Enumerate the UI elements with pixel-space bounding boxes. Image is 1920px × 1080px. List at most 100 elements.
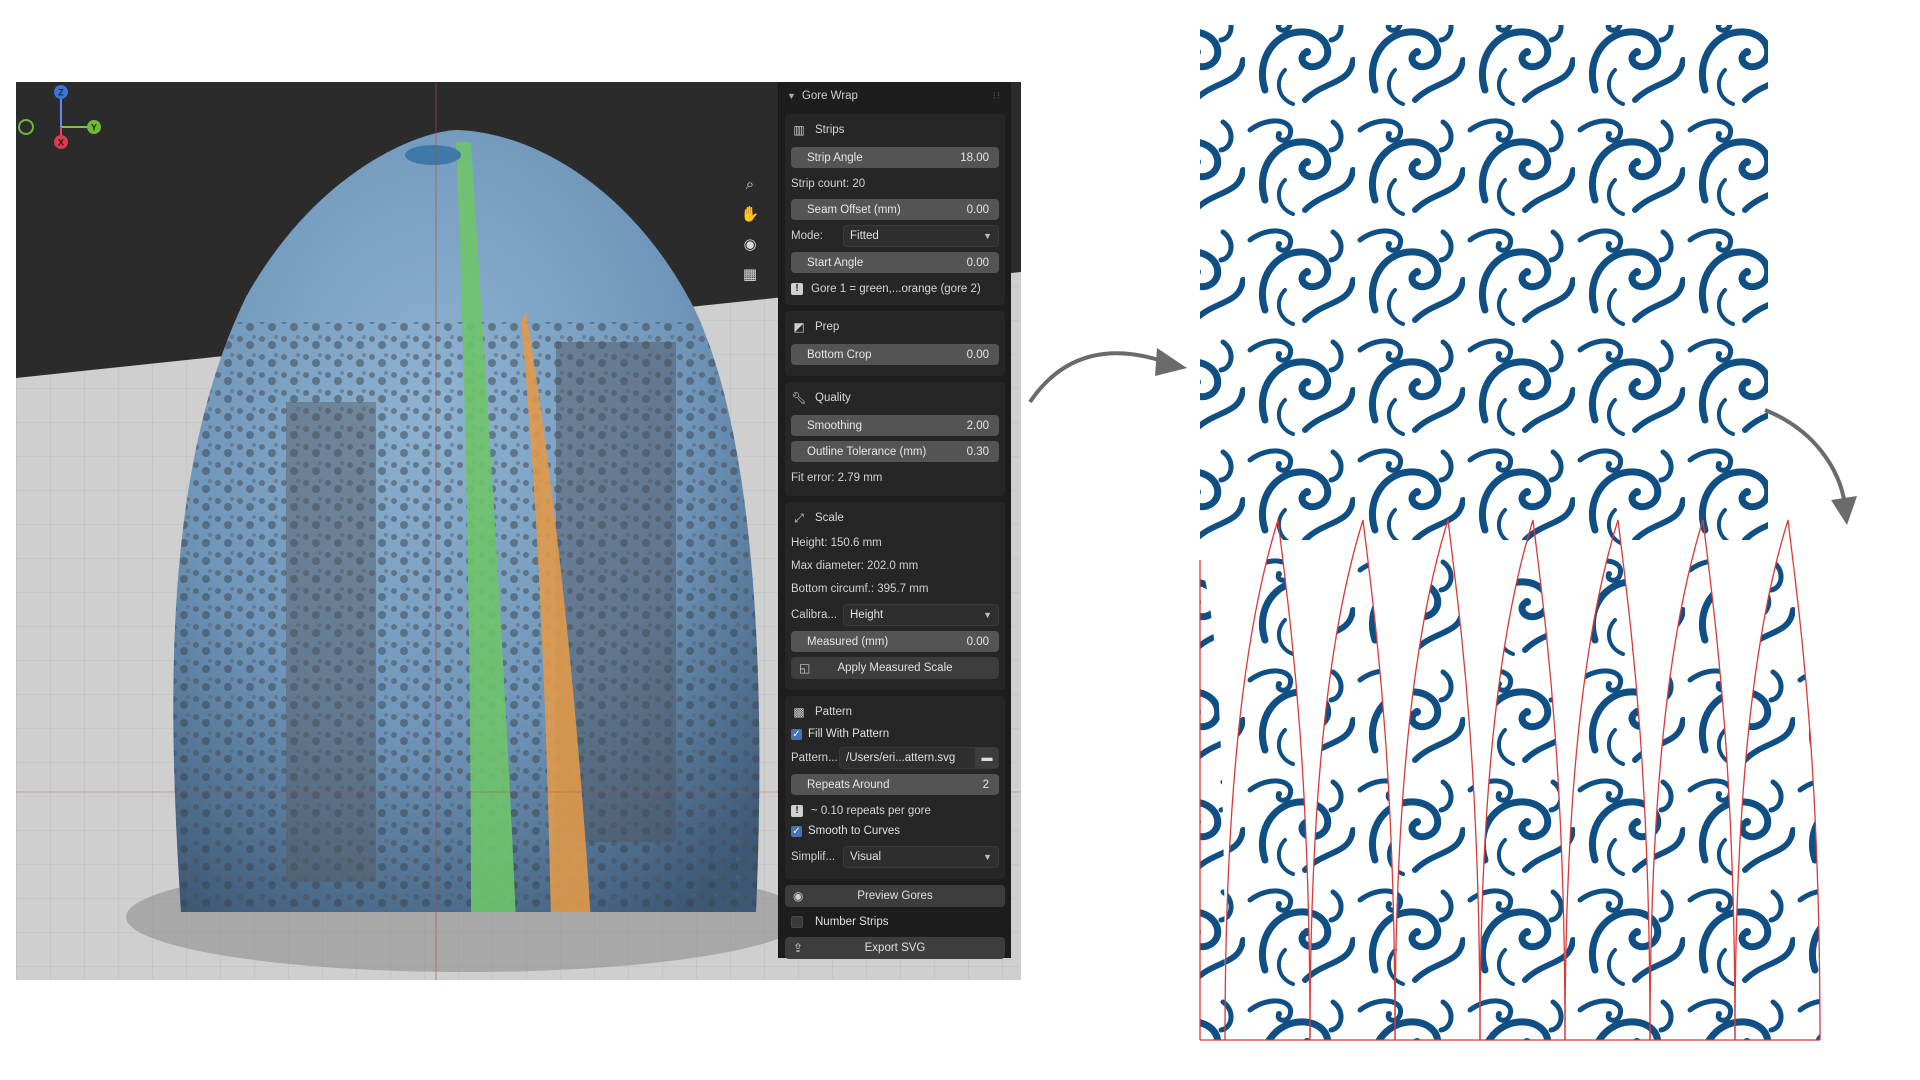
gizmo-x-label: X: [58, 138, 64, 148]
grid-icon[interactable]: ▦: [738, 262, 762, 286]
bottom-crop-field[interactable]: Bottom Crop 0.00: [791, 344, 999, 365]
smooth-to-curves-checkbox[interactable]: ✓ Smooth to Curves: [791, 821, 999, 841]
wrench-icon: 🔧︎: [791, 391, 807, 405]
mode-dropdown[interactable]: Fitted ▼: [843, 225, 999, 247]
fill-with-pattern-checkbox[interactable]: ✓ Fill With Pattern: [791, 724, 999, 744]
button-label: Apply Measured Scale: [837, 662, 953, 674]
resize-icon: ◱: [799, 661, 811, 675]
field-value: 18.00: [960, 151, 989, 164]
info-icon: !: [791, 282, 803, 295]
section-title: Strips: [815, 124, 845, 136]
button-label: Export SVG: [864, 942, 926, 954]
dropdown-value: Fitted: [850, 230, 879, 242]
max-diameter-text: Max diameter: 202.0 mm: [791, 559, 919, 572]
panel-header[interactable]: ▼ Gore Wrap ⁝⁝: [779, 82, 1011, 110]
quality-header[interactable]: 🔧︎ Quality: [791, 386, 999, 410]
field-label: Strip Angle: [807, 151, 863, 164]
start-angle-field[interactable]: Start Angle 0.00: [791, 252, 999, 273]
checkbox-label: Fill With Pattern: [808, 728, 890, 740]
section-title: Scale: [815, 512, 844, 524]
field-value: 2.00: [966, 419, 989, 432]
chevron-down-icon: ▼: [983, 852, 992, 862]
chevron-down-icon: ▼: [983, 610, 992, 620]
bottom-circumf-text: Bottom circumf.: 395.7 mm: [791, 582, 929, 595]
checkbox-checked-icon: ✓: [791, 728, 802, 740]
gizmo-z-label: Z: [58, 88, 64, 98]
strips-icon: ▥: [793, 123, 805, 137]
number-strips-checkbox[interactable]: Number Strips: [785, 912, 1005, 932]
field-value: 0.00: [966, 256, 989, 269]
field-value: 0.00: [966, 635, 989, 648]
strip-count-text: Strip count: 20: [791, 177, 866, 190]
calibrate-row: Calibra... Height ▼: [791, 604, 999, 626]
simplify-dropdown[interactable]: Visual ▼: [843, 846, 999, 868]
eye-icon: ◉: [793, 889, 804, 903]
checkbox-unchecked-icon: [791, 916, 803, 928]
scale-arrows-icon: ⤢: [794, 510, 804, 525]
measured-field[interactable]: Measured (mm) 0.00: [791, 631, 999, 652]
navigation-gizmo[interactable]: Z Y X: [16, 82, 106, 172]
outline-tolerance-field[interactable]: Outline Tolerance (mm) 0.30: [791, 441, 999, 462]
quality-section: 🔧︎ Quality Smoothing 2.00 Outline Tolera…: [785, 382, 1005, 496]
gore-info-row: ! Gore 1 = green,...orange (gore 2): [791, 278, 999, 299]
chevron-down-icon: ▼: [787, 91, 796, 101]
field-label: Outline Tolerance (mm): [807, 445, 927, 458]
field-value: 2: [982, 778, 989, 791]
repeats-info-row: ! ~ 0.10 repeats per gore: [791, 800, 999, 821]
pattern-path-row: Pattern... /Users/eri...attern.svg ▬: [791, 747, 999, 769]
scale-header[interactable]: ⤢ Scale: [791, 506, 999, 530]
info-icon: !: [791, 804, 803, 817]
strip-angle-field[interactable]: Strip Angle 18.00: [791, 147, 999, 168]
crop-icon: ◩: [793, 320, 805, 334]
section-title: Pattern: [815, 706, 853, 718]
export-icon: ⇪: [793, 941, 804, 955]
scale-section: ⤢ Scale Height: 150.6 mm Max diameter: 2…: [785, 502, 1005, 690]
checkbox-label: Number Strips: [815, 916, 889, 928]
simplify-row: Simplif... Visual ▼: [791, 846, 999, 868]
gizmo-y-label: Y: [91, 123, 97, 133]
pattern-header[interactable]: ▩ Pattern: [791, 700, 999, 724]
section-title: Quality: [815, 392, 851, 404]
hand-pan-icon[interactable]: ✋: [738, 202, 762, 226]
strips-section: ▥ Strips Strip Angle 18.00 Strip count: …: [785, 114, 1005, 305]
checkbox-checked-icon: ✓: [791, 825, 802, 837]
zoom-icon[interactable]: ⌕: [738, 172, 762, 196]
field-label: Repeats Around: [807, 778, 890, 791]
strips-header[interactable]: ▥ Strips: [791, 118, 999, 142]
gore-pattern-illustration: [1028, 25, 1857, 1041]
pattern-path-input[interactable]: /Users/eri...attern.svg: [839, 747, 976, 769]
button-label: Preview Gores: [857, 890, 933, 902]
prep-header[interactable]: ◩ Prep: [791, 315, 999, 339]
section-title: Prep: [815, 321, 840, 333]
dropdown-value: Visual: [850, 851, 882, 863]
path-value: /Users/eri...attern.svg: [846, 752, 956, 764]
chevron-down-icon: ▼: [983, 231, 992, 241]
apply-measured-scale-button[interactable]: ◱ Apply Measured Scale: [791, 657, 999, 679]
field-label: Smoothing: [807, 419, 862, 432]
repeats-around-field[interactable]: Repeats Around 2: [791, 774, 999, 795]
simplify-label: Simplif...: [791, 851, 836, 863]
field-value: 0.30: [966, 445, 989, 458]
gore-info-text: Gore 1 = green,...orange (gore 2): [811, 282, 981, 295]
viewport-tools: ⌕ ✋ ◉ ▦: [738, 172, 764, 292]
gore-wrap-panel: ▼ Gore Wrap ⁝⁝ ▥ Strips Strip Angle 18.0…: [778, 82, 1011, 959]
height-text: Height: 150.6 mm: [791, 536, 882, 549]
camera-icon[interactable]: ◉: [738, 232, 762, 256]
dropdown-value: Height: [850, 609, 884, 621]
pattern-section: ▩ Pattern ✓ Fill With Pattern Pattern...…: [785, 696, 1005, 879]
pattern-path-label: Pattern...: [791, 752, 838, 764]
export-svg-button[interactable]: ⇪ Export SVG: [785, 937, 1005, 959]
fit-error-text: Fit error: 2.79 mm: [791, 471, 883, 484]
drag-handle-icon[interactable]: ⁝⁝: [993, 91, 1001, 102]
field-value: 0.00: [966, 203, 989, 216]
checkbox-label: Smooth to Curves: [808, 825, 901, 837]
calibrate-label: Calibra...: [791, 609, 838, 621]
calibrate-dropdown[interactable]: Height ▼: [843, 604, 999, 626]
field-label: Bottom Crop: [807, 348, 872, 361]
checker-icon: ▩: [793, 705, 805, 719]
preview-gores-button[interactable]: ◉ Preview Gores: [785, 885, 1005, 907]
seam-offset-field[interactable]: Seam Offset (mm) 0.00: [791, 199, 999, 220]
panel-title: Gore Wrap: [801, 90, 858, 102]
smoothing-field[interactable]: Smoothing 2.00: [791, 415, 999, 436]
folder-icon[interactable]: ▬: [976, 747, 999, 769]
